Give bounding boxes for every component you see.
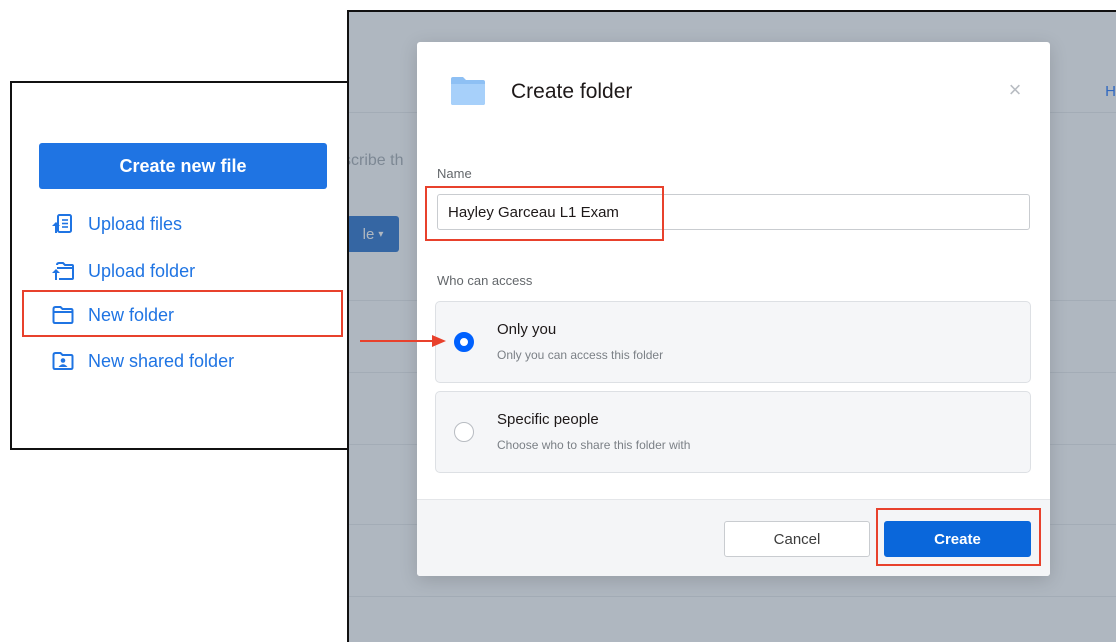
access-option-specific-people[interactable]: Specific people Choose who to share this… xyxy=(435,391,1031,473)
create-new-file-button[interactable]: Create new file xyxy=(39,143,327,189)
highlight-create-button xyxy=(876,508,1041,566)
menu-item-label: Upload folder xyxy=(88,260,196,281)
close-icon[interactable]: × xyxy=(1007,79,1023,101)
option-title: Specific people xyxy=(497,411,599,428)
shared-folder-icon xyxy=(52,352,74,370)
menu-item-label: Upload files xyxy=(88,213,183,234)
radio-selected[interactable] xyxy=(454,332,474,352)
menu-item-new-shared-folder[interactable]: New shared folder xyxy=(52,348,234,374)
cancel-button[interactable]: Cancel xyxy=(724,521,870,557)
upload-folder-icon xyxy=(52,262,74,280)
option-description: Only you can access this folder xyxy=(497,348,664,362)
name-label: Name xyxy=(437,166,472,181)
upload-files-icon xyxy=(52,214,72,233)
modal-title: Create folder xyxy=(511,80,633,103)
folder-icon xyxy=(451,77,485,105)
access-label: Who can access xyxy=(437,273,533,288)
create-menu-panel: Create new file Upload files Upload fold… xyxy=(10,81,349,450)
option-title: Only you xyxy=(497,321,557,338)
option-description: Choose who to share this folder with xyxy=(497,438,691,452)
highlight-name-input xyxy=(425,186,664,241)
menu-item-upload-files[interactable]: Upload files xyxy=(52,211,182,237)
arrow-icon xyxy=(360,335,446,347)
access-option-only-you[interactable]: Only you Only you can access this folder xyxy=(435,301,1031,383)
highlight-new-folder xyxy=(22,290,343,337)
menu-item-label: New shared folder xyxy=(88,350,235,371)
radio-unselected[interactable] xyxy=(454,422,474,442)
menu-item-upload-folder[interactable]: Upload folder xyxy=(52,258,195,284)
modal-header: Create folder × xyxy=(417,42,1050,142)
create-folder-modal: Create folder × Name Who can access Only… xyxy=(417,42,1050,576)
